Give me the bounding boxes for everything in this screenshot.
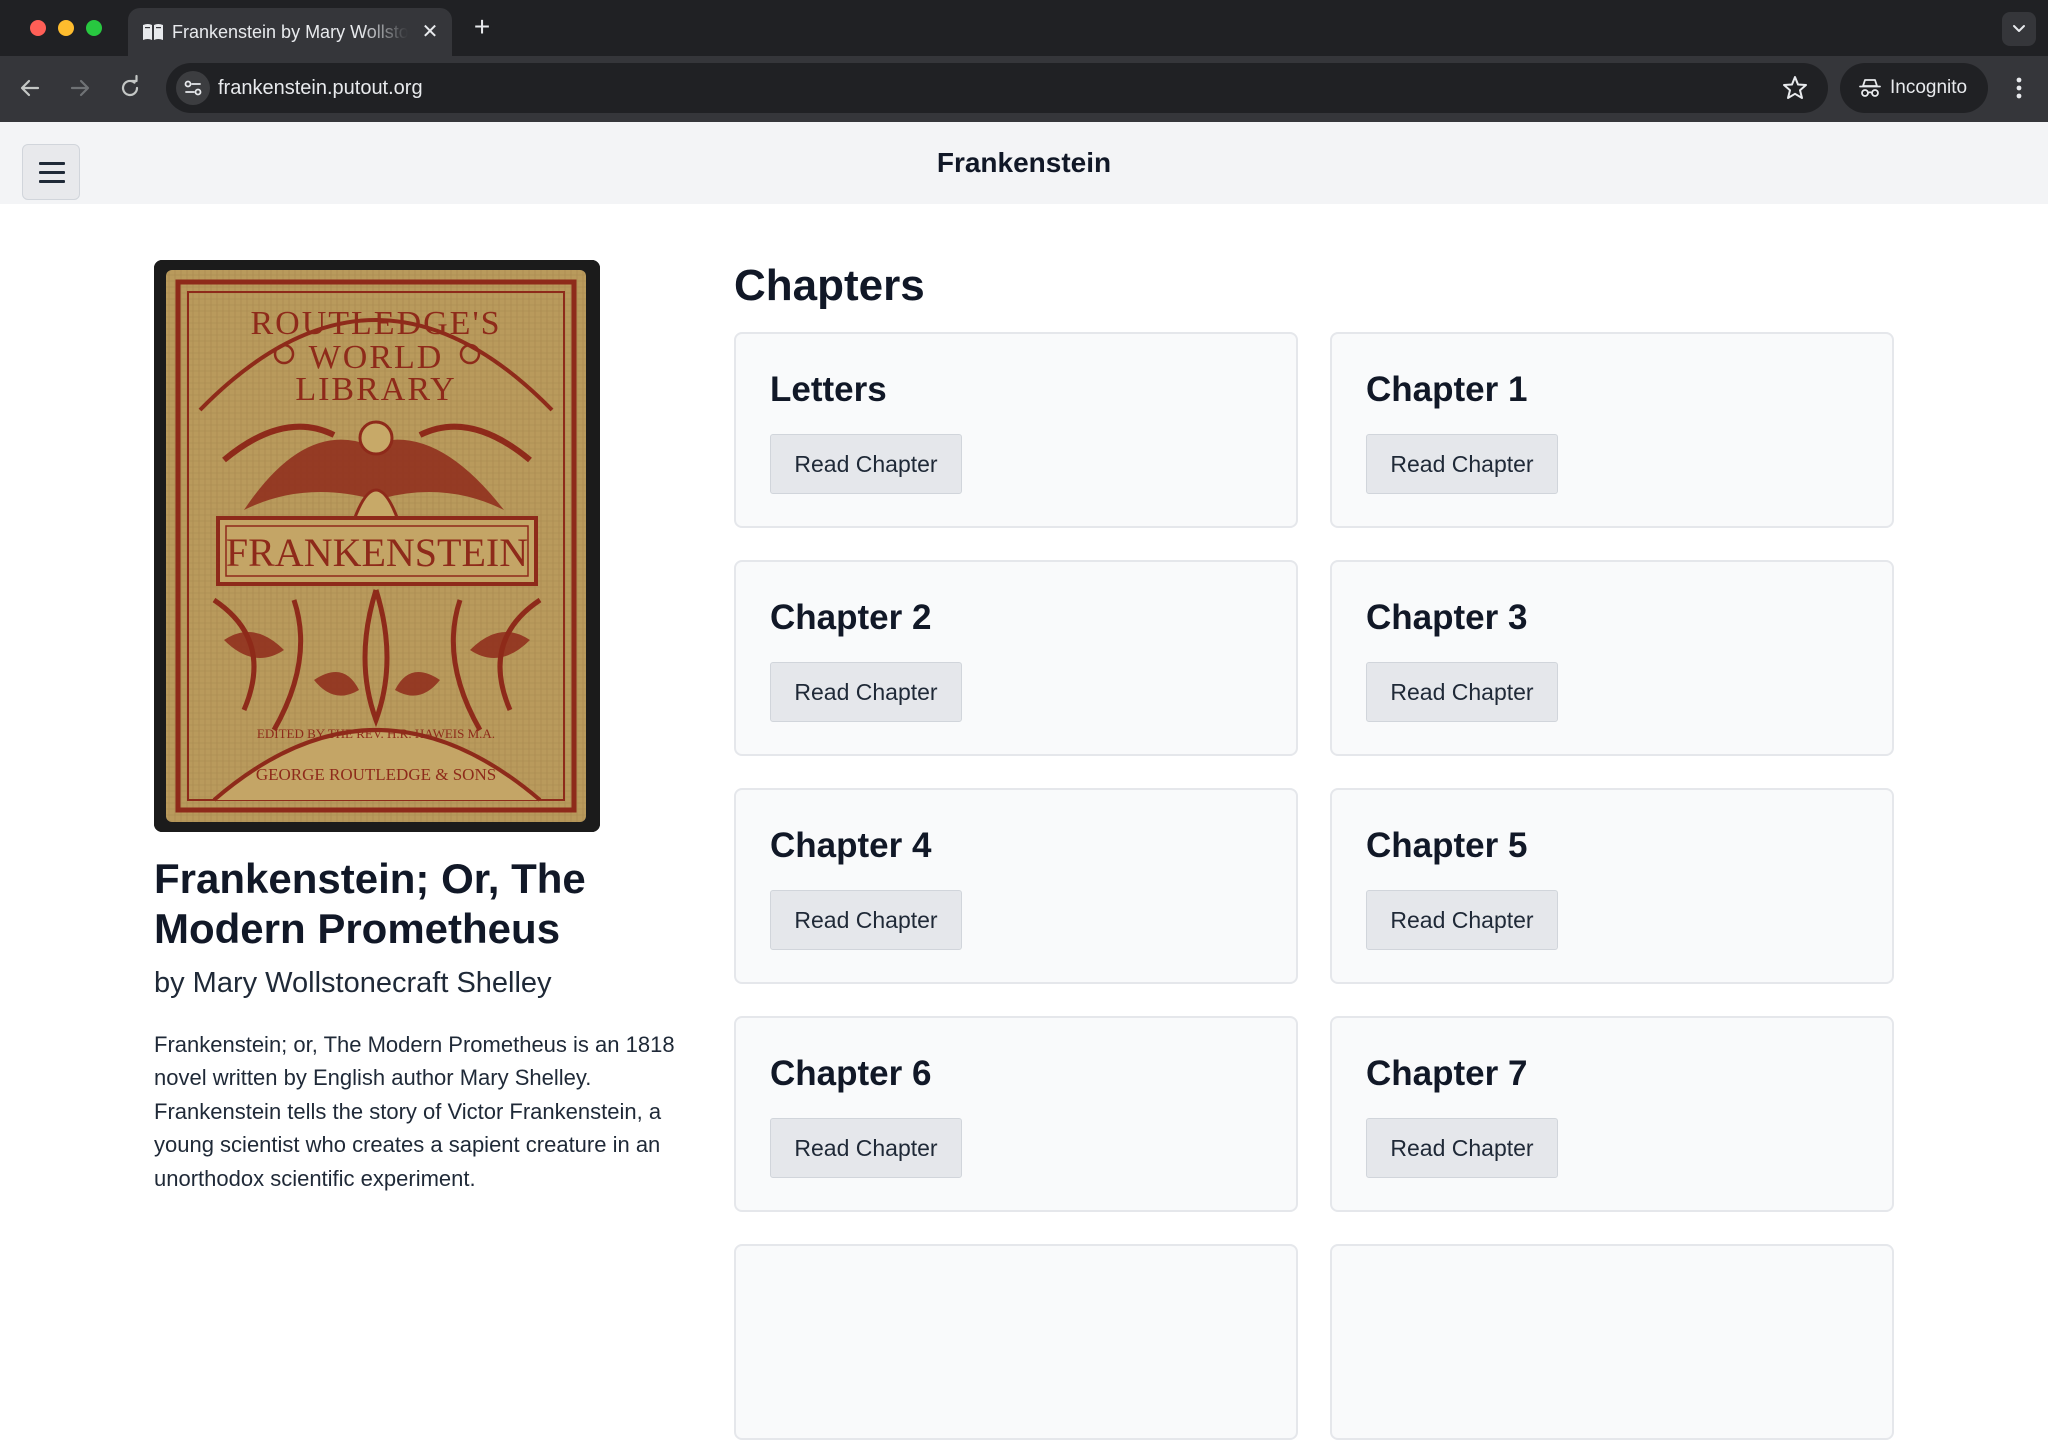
reload-button[interactable] xyxy=(112,70,148,106)
close-window-button[interactable] xyxy=(30,20,46,36)
cover-text-routledge: GEORGE ROUTLEDGE & SONS xyxy=(256,765,496,784)
site-info-button[interactable] xyxy=(176,71,210,105)
minimize-window-button[interactable] xyxy=(58,20,74,36)
web-page: Frankenstein ROUTLEDGE'S WORLD LIBRARY F… xyxy=(0,122,2048,1440)
chapter-title: Chapter 7 xyxy=(1366,1054,1528,1093)
cover-text-editor: EDITED BY THE REV. H.R. HAWEIS M.A. xyxy=(257,726,495,741)
browser-tab-active[interactable]: Frankenstein by Mary Wollstonecraft Shel… xyxy=(128,8,452,56)
read-chapter-button[interactable]: Read Chapter xyxy=(770,890,962,950)
read-chapter-button[interactable]: Read Chapter xyxy=(1366,890,1558,950)
chapter-card: Chapter 5 Read Chapter xyxy=(1330,788,1894,984)
chapter-title: Chapter 6 xyxy=(770,1054,932,1093)
chapter-card: Chapter 7 Read Chapter xyxy=(1330,1016,1894,1212)
chevron-down-icon xyxy=(2013,25,2025,32)
chapter-title: Chapter 1 xyxy=(1366,370,1528,409)
tab-title: Frankenstein by Mary Wollstonecraft Shel… xyxy=(172,22,408,42)
chapter-card-partial xyxy=(1330,1244,1894,1440)
browser-toolbar: frankenstein.putout.org Incognito xyxy=(0,56,2048,122)
read-chapter-button[interactable]: Read Chapter xyxy=(1366,662,1558,722)
chapter-card: Chapter 2 Read Chapter xyxy=(734,560,1298,756)
book-title: Frankenstein; Or, The Modern Prometheus xyxy=(154,855,586,952)
chapter-card: Chapter 3 Read Chapter xyxy=(1330,560,1894,756)
cover-text-publisher: ROUTLEDGE'S xyxy=(250,305,501,342)
forward-icon xyxy=(70,79,90,97)
book-description: Frankenstein; or, The Modern Prometheus … xyxy=(154,1032,675,1191)
site-title: Frankenstein xyxy=(936,147,1112,178)
more-vert-icon[interactable] xyxy=(2004,70,2034,106)
browser-tab-strip: Frankenstein by Mary Wollstonecraft Shel… xyxy=(0,0,2048,56)
book-author: by Mary Wollstonecraft Shelley xyxy=(154,967,552,999)
chapter-title: Chapter 5 xyxy=(1366,826,1528,865)
incognito-indicator[interactable]: Incognito xyxy=(1840,63,1988,113)
chapter-card: Chapter 4 Read Chapter xyxy=(734,788,1298,984)
chapter-title: Chapter 2 xyxy=(770,598,932,637)
read-chapter-button[interactable]: Read Chapter xyxy=(770,662,962,722)
chapter-title: Chapter 3 xyxy=(1366,598,1528,637)
read-chapter-button[interactable]: Read Chapter xyxy=(1366,434,1558,494)
url-text[interactable]: frankenstein.putout.org xyxy=(218,75,423,101)
incognito-icon xyxy=(1859,79,1881,97)
chapter-card: Chapter 6 Read Chapter xyxy=(734,1016,1298,1212)
tab-close-icon[interactable]: ✕ xyxy=(416,18,444,46)
back-button[interactable] xyxy=(12,70,48,106)
tab-search-button[interactable] xyxy=(2002,12,2036,46)
book-cover-image: ROUTLEDGE'S WORLD LIBRARY FRANKENSTEIN E… xyxy=(154,260,600,832)
new-tab-button[interactable]: + xyxy=(466,12,498,44)
forward-button[interactable] xyxy=(62,70,98,106)
reload-icon xyxy=(121,74,139,97)
chapter-card: Chapter 1 Read Chapter xyxy=(1330,332,1894,528)
chapter-title: Letters xyxy=(770,370,887,409)
chapter-card-partial xyxy=(734,1244,1298,1440)
address-bar[interactable]: frankenstein.putout.org xyxy=(166,63,1828,113)
chapter-card: Letters Read Chapter xyxy=(734,332,1298,528)
back-icon xyxy=(20,79,40,97)
cover-text-title: FRANKENSTEIN xyxy=(226,530,528,575)
site-header: Frankenstein xyxy=(0,122,2048,204)
incognito-label: Incognito xyxy=(1890,77,1968,98)
book-icon xyxy=(143,24,163,40)
read-chapter-button[interactable]: Read Chapter xyxy=(1366,1118,1558,1178)
read-chapter-button[interactable]: Read Chapter xyxy=(770,1118,962,1178)
read-chapter-button[interactable]: Read Chapter xyxy=(770,434,962,494)
chapters-heading: Chapters xyxy=(734,261,925,310)
cover-text-library: LIBRARY xyxy=(295,371,456,408)
star-icon[interactable] xyxy=(1780,73,1810,103)
maximize-window-button[interactable] xyxy=(86,20,102,36)
chapter-title: Chapter 4 xyxy=(770,826,932,865)
site-info-icon xyxy=(184,80,202,96)
